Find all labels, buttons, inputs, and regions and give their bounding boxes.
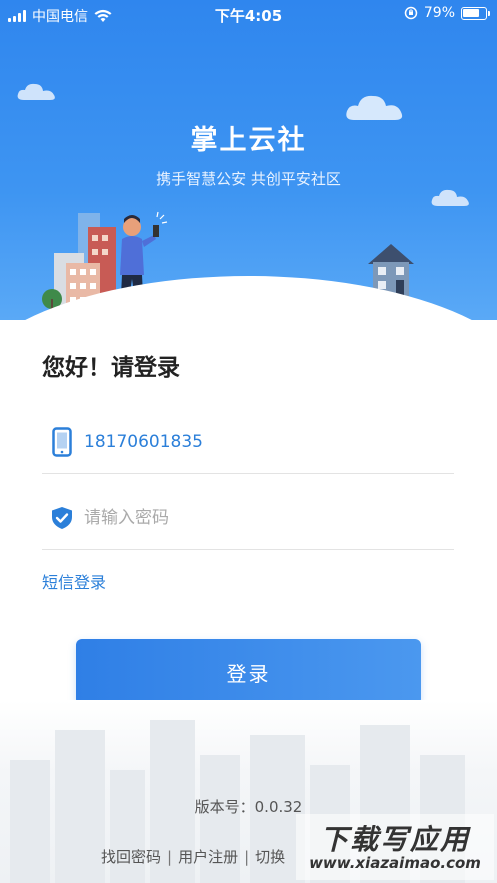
separator: | bbox=[167, 847, 173, 866]
login-screen: 中国电信 下午4:05 79% 掌上云社 携手智慧公安 共创平安社区 您好！请登… bbox=[0, 0, 497, 883]
login-button[interactable]: 登录 bbox=[76, 639, 421, 705]
status-bar: 中国电信 下午4:05 79% bbox=[0, 0, 497, 30]
phone-icon bbox=[50, 426, 74, 458]
watermark: 下载写应用 www.xiazaimao.com bbox=[296, 814, 494, 880]
app-slogan: 携手智慧公安 共创平安社区 bbox=[156, 170, 341, 188]
cloud-icon bbox=[431, 189, 469, 206]
find-password-link[interactable]: 找回密码 bbox=[101, 846, 161, 867]
rotation-lock-icon bbox=[404, 6, 418, 20]
shield-icon bbox=[50, 502, 74, 534]
sms-login-link[interactable]: 短信登录 bbox=[42, 569, 106, 593]
switch-link[interactable]: 切换 bbox=[255, 846, 285, 867]
watermark-url: www.xiazaimao.com bbox=[309, 854, 481, 872]
watermark-title: 下载写应用 bbox=[319, 823, 470, 856]
separator: | bbox=[244, 847, 250, 866]
phone-field[interactable] bbox=[42, 410, 454, 474]
phone-input[interactable] bbox=[84, 421, 404, 462]
cloud-icon bbox=[17, 83, 55, 100]
password-input[interactable] bbox=[84, 497, 404, 538]
footer-links: 找回密码 | 用户注册 | 切换 bbox=[101, 846, 285, 867]
battery-percent: 79% bbox=[423, 5, 455, 21]
battery-icon bbox=[461, 6, 490, 20]
register-link[interactable]: 用户注册 bbox=[178, 846, 238, 867]
password-field[interactable] bbox=[42, 486, 454, 550]
app-title: 掌上云社 bbox=[190, 125, 307, 156]
greeting-heading: 您好！请登录 bbox=[42, 355, 180, 381]
